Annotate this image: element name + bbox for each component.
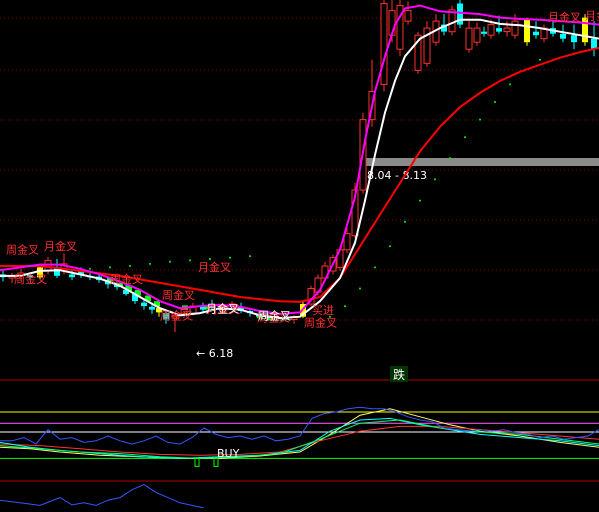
signal-label: 周金叉 <box>162 288 195 302</box>
signal-label: 周金叉 <box>14 272 47 286</box>
trail-dot <box>404 220 406 223</box>
candle-body <box>511 20 519 36</box>
trail-dot <box>464 136 466 139</box>
trail-dot <box>494 101 496 103</box>
candle-body <box>503 27 511 33</box>
sell-signal-label: 跌 <box>393 367 405 382</box>
candle-body <box>560 33 566 39</box>
trail-dot <box>539 58 541 61</box>
candle-body <box>524 19 530 43</box>
chart-stage: 8.04 - 8.13 周金叉 月金叉 周金叉 周金叉 月金叉 周金叉 月金叉 周金叉 周金叉周… <box>0 0 599 509</box>
signal-label-white: 周金叉 <box>258 309 291 323</box>
candle-body <box>149 306 155 310</box>
signal-label: 周金叉 <box>110 272 143 286</box>
trail-dot <box>374 266 376 269</box>
candle-body <box>533 31 539 36</box>
trail-dot <box>389 245 391 248</box>
trail-dot <box>129 265 131 267</box>
signal-label: 周金叉 <box>6 242 39 256</box>
buy-in-label: 买进 <box>312 304 334 317</box>
trail-dot <box>419 199 421 202</box>
signal-label: 月金叉 <box>585 9 599 23</box>
signal-label: 周金叉 <box>304 316 337 330</box>
trail-dot <box>209 258 211 260</box>
trail-dot <box>509 83 511 86</box>
trail-dot <box>149 262 151 265</box>
candle-body <box>496 28 502 32</box>
price-range-label: 8.04 - 8.13 <box>367 169 427 182</box>
trail-dot <box>189 259 191 262</box>
trail-dot <box>89 267 91 270</box>
candle-body <box>44 259 52 272</box>
candle-body <box>473 27 481 43</box>
trail-dot <box>109 266 111 269</box>
trail-dot <box>449 157 451 160</box>
candle-body <box>571 35 577 43</box>
signal-label: 月金叉 <box>548 10 581 24</box>
candle-body <box>465 27 473 50</box>
stock-chart: 8.04 - 8.13 周金叉 月金叉周金叉 周金叉月金叉周金叉月金叉周金叉 周金叉周… <box>0 0 599 509</box>
price-range-band <box>365 158 599 166</box>
trail-dot <box>479 118 481 121</box>
trail-dot <box>434 178 436 181</box>
signal-label: 月金叉 <box>198 260 231 274</box>
trail-dot <box>229 256 231 259</box>
candle-body <box>69 274 75 278</box>
candle-body <box>404 10 412 22</box>
signal-label: 周金叉 <box>160 309 193 323</box>
trail-dot <box>249 255 251 258</box>
low-price-label: ← 6.18 <box>196 347 233 360</box>
candle-body <box>141 302 147 307</box>
trail-dot <box>344 305 346 308</box>
trail-dot <box>359 287 361 290</box>
signal-label: 月金叉 <box>44 239 77 253</box>
candle-body <box>487 24 495 36</box>
signal-label-white: 月金叉 <box>206 301 239 315</box>
candle-body <box>380 3 388 85</box>
trail-dot <box>169 260 171 263</box>
candle-body <box>481 31 487 34</box>
buy-signal-label: BUY <box>217 447 240 460</box>
